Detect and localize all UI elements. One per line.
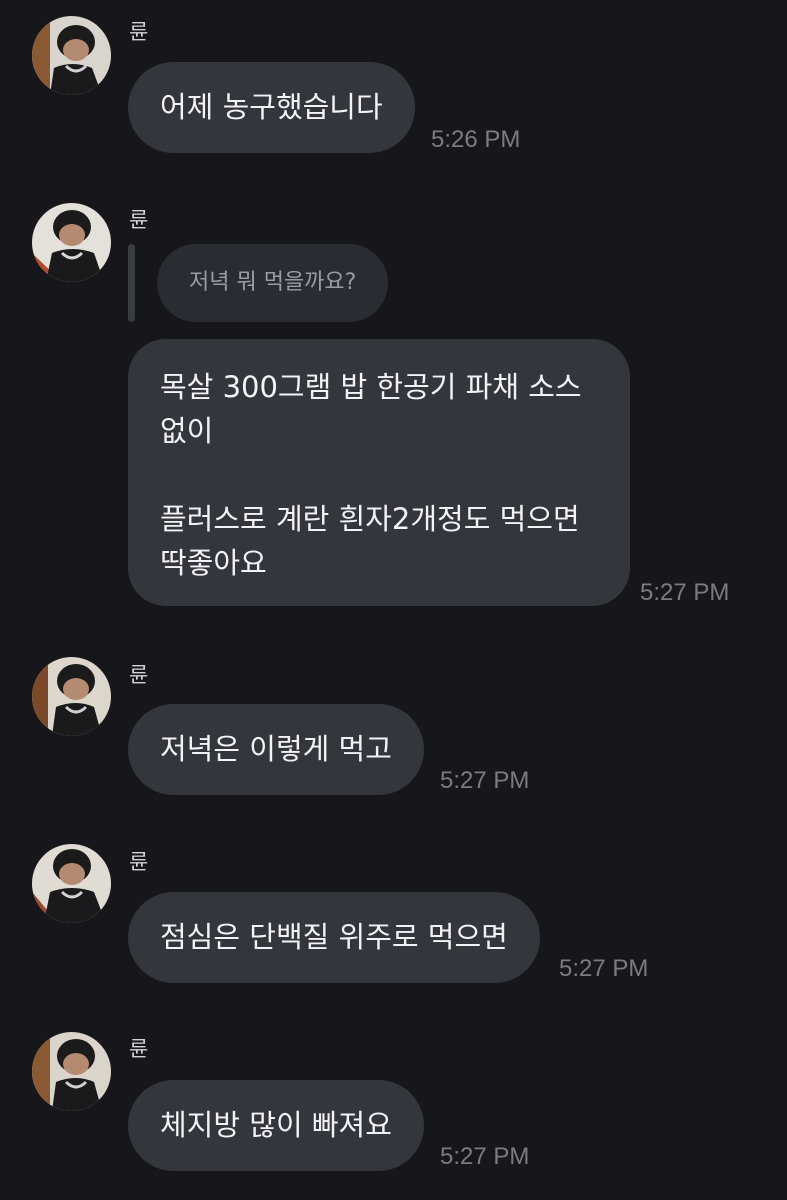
message-timestamp: 5:26 PM — [431, 126, 521, 153]
message-bubble[interactable]: 어제 농구했습니다 — [128, 62, 415, 153]
avatar[interactable] — [32, 844, 111, 923]
message-timestamp: 5:27 PM — [440, 1143, 530, 1170]
message-bubble[interactable]: 점심은 단백질 위주로 먹으면 — [128, 892, 540, 983]
sender-name: 륜 — [129, 850, 149, 874]
message-bubble[interactable]: 목살 300그램 밥 한공기 파채 소스 없이 플러스로 계란 흰자2개정도 먹… — [128, 339, 630, 606]
sender-name: 륜 — [129, 663, 149, 687]
reply-indicator-bar — [128, 244, 135, 322]
message-bubble[interactable]: 저녁은 이렇게 먹고 — [128, 704, 424, 795]
sender-name: 륜 — [129, 208, 149, 232]
replied-message-preview[interactable]: 저녁 뭐 먹을까요? — [157, 244, 389, 322]
avatar[interactable] — [32, 16, 111, 95]
message-timestamp: 5:27 PM — [640, 579, 730, 606]
message-bubble[interactable]: 체지방 많이 빠져요 — [128, 1080, 424, 1171]
avatar[interactable] — [32, 1032, 111, 1111]
message-timestamp: 5:27 PM — [440, 767, 530, 794]
avatar[interactable] — [32, 203, 111, 282]
message-timestamp: 5:27 PM — [559, 955, 649, 982]
sender-name: 륜 — [129, 20, 149, 44]
avatar[interactable] — [32, 657, 111, 736]
sender-name: 륜 — [129, 1037, 149, 1061]
